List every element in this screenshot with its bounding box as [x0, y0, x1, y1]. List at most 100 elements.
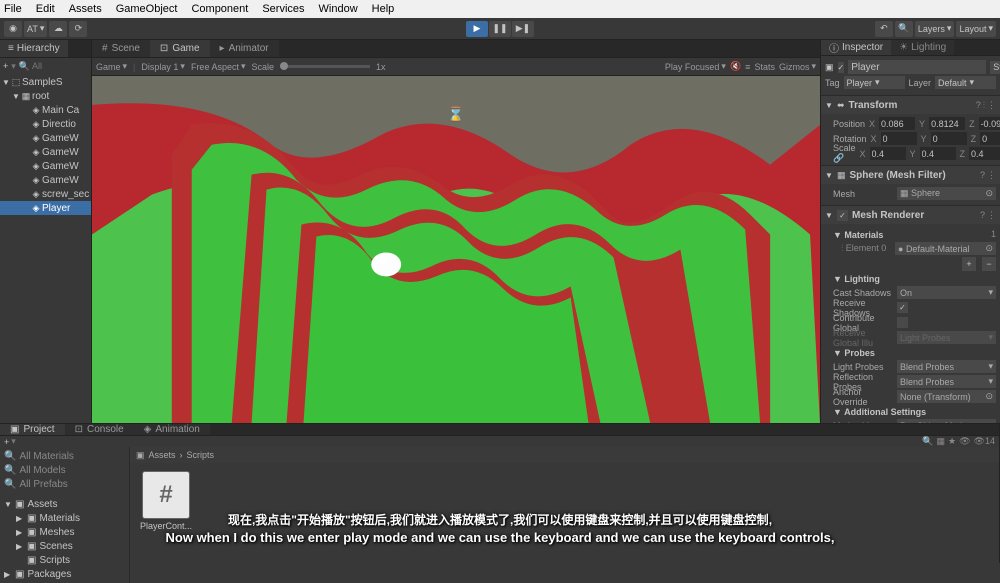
tree-item[interactable]: ▼▣Assets [0, 497, 129, 511]
project-search-icon[interactable]: 🔍 [922, 436, 933, 447]
layer-dropdown[interactable]: Default ▾ [935, 76, 996, 89]
hierarchy-item[interactable]: ▼▦root [0, 89, 91, 103]
aspect-dropdown[interactable]: Free Aspect ▾ [191, 61, 246, 72]
contribute-gi-checkbox[interactable] [897, 317, 908, 328]
menu-file[interactable]: File [4, 3, 22, 15]
animator-tab[interactable]: ▸Animator [210, 40, 279, 57]
undo-icon[interactable]: ↶ [875, 21, 893, 37]
rot-x[interactable] [881, 132, 917, 145]
hierarchy-item[interactable]: ◈GameW [0, 145, 91, 159]
tree-item[interactable]: ▣Scripts [0, 553, 129, 567]
history-icon[interactable]: ⟳ [69, 21, 87, 37]
hierarchy-item[interactable]: ◈GameW [0, 159, 91, 173]
project-filter-icon[interactable]: ▦ [937, 436, 946, 447]
scale-z[interactable] [969, 147, 1000, 160]
scale-y[interactable] [920, 147, 956, 160]
menu-window[interactable]: Window [319, 3, 358, 15]
cast-shadows-dropdown[interactable]: On▾ [897, 286, 996, 299]
scale-slider[interactable] [280, 65, 370, 68]
hierarchy-add-button[interactable]: + [3, 61, 8, 71]
search-icon[interactable]: 🔍 [895, 21, 913, 37]
project-star-icon[interactable]: ★ [948, 436, 956, 447]
layout-dropdown[interactable]: Layout▾ [956, 21, 996, 37]
play-button[interactable]: ▶ [466, 21, 488, 37]
rot-y[interactable] [931, 132, 967, 145]
anchor-override-dropdown[interactable]: None (Transform)⊙ [897, 390, 996, 403]
mute-icon[interactable]: 🔇 [730, 61, 741, 72]
menu-services[interactable]: Services [262, 3, 304, 15]
static-dropdown[interactable]: Static ▾ [990, 61, 1000, 74]
scale-x[interactable] [870, 147, 906, 160]
account-icon[interactable]: ◉ [4, 21, 22, 37]
preset-icon[interactable]: ⫶ [983, 100, 985, 111]
inspector-tab[interactable]: ⓘ Inspector [821, 40, 891, 55]
display-dropdown[interactable]: Display 1 ▾ [141, 61, 185, 72]
tree-item[interactable]: ▶▣Packages [0, 567, 129, 581]
motion-vectors-dropdown[interactable]: Per Object Motion▾ [897, 419, 996, 423]
menu-icon[interactable]: ⋮ [987, 100, 996, 111]
reflection-probes-dropdown[interactable]: Blend Probes▾ [897, 375, 996, 388]
game-tab[interactable]: ⊡Game [150, 40, 210, 57]
object-name-input[interactable] [848, 60, 986, 74]
at-dropdown[interactable]: AT▾ [24, 21, 47, 37]
help-icon[interactable]: ? [976, 100, 981, 111]
pos-y[interactable] [929, 117, 965, 130]
meshfilter-header[interactable]: ▼▦ Sphere (Mesh Filter) ?⋮ [821, 166, 1000, 184]
active-checkbox[interactable]: ✓ [838, 62, 845, 73]
light-probes-dropdown[interactable]: Blend Probes▾ [897, 360, 996, 373]
stats-toggle[interactable]: Stats [754, 62, 775, 72]
layers-dropdown[interactable]: Layers▾ [915, 21, 955, 37]
hierarchy-item[interactable]: ◈screw_sec [0, 187, 91, 201]
menu-help[interactable]: Help [372, 3, 395, 15]
rot-z[interactable] [980, 132, 1000, 145]
project-hidden-count: 👁14 [974, 436, 995, 447]
animation-tab[interactable]: ◈ Animation [134, 424, 210, 435]
pos-x[interactable] [879, 117, 915, 130]
play-controls: ▶ ❚❚ ▶❚ [466, 21, 534, 37]
project-breadcrumb[interactable]: ▣Assets›Scripts [130, 447, 999, 463]
game-viewport[interactable]: ⌛ [92, 76, 820, 423]
stats-info-icon[interactable]: ≡ [745, 62, 750, 72]
tag-dropdown[interactable]: Player ▾ [844, 76, 905, 89]
scene-tab[interactable]: #Scene [92, 40, 150, 57]
hierarchy-tab[interactable]: ≡ Hierarchy [0, 40, 68, 57]
step-button[interactable]: ▶❚ [512, 21, 534, 37]
material-slot[interactable]: ● Default-Material⊙ [895, 242, 996, 255]
project-add-button[interactable]: + [4, 437, 9, 447]
hierarchy-item[interactable]: ◈GameW [0, 131, 91, 145]
hierarchy-item[interactable]: ◈Player [0, 201, 91, 215]
transform-header[interactable]: ▼⬌ Transform ?⫶⋮ [821, 96, 1000, 114]
gizmos-dropdown[interactable]: Gizmos ▾ [779, 61, 816, 72]
cube-icon: ▣ [825, 62, 834, 73]
menu-component[interactable]: Component [191, 3, 248, 15]
receive-shadows-checkbox[interactable]: ✓ [897, 302, 908, 313]
menu-edit[interactable]: Edit [36, 3, 55, 15]
lighting-tab[interactable]: ☀ Lighting [891, 40, 954, 55]
hierarchy-item[interactable]: ▼⬚SampleS [0, 75, 91, 89]
animator-icon: ▸ [220, 43, 225, 54]
play-focused-dropdown[interactable]: Play Focused ▾ [665, 61, 726, 72]
pause-button[interactable]: ❚❚ [489, 21, 511, 37]
project-eye-icon[interactable]: 👁 [959, 436, 970, 447]
fav-item[interactable]: 🔍All Models [0, 463, 129, 477]
pos-z[interactable] [979, 117, 1000, 130]
console-tab[interactable]: ⊡ Console [65, 424, 134, 435]
hierarchy-item[interactable]: ◈Directio [0, 117, 91, 131]
cloud-icon[interactable]: ☁ [49, 21, 67, 37]
menu-gameobject[interactable]: GameObject [116, 3, 178, 15]
menu-assets[interactable]: Assets [69, 3, 102, 15]
hierarchy-panel: ≡ Hierarchy + ▾ 🔍 All ▼⬚SampleS▼▦root◈Ma… [0, 40, 92, 423]
meshrenderer-header[interactable]: ▼✓ Mesh Renderer ?⋮ [821, 206, 1000, 224]
game-mode-dropdown[interactable]: Game ▾ [96, 61, 127, 72]
hierarchy-item[interactable]: ◈Main Ca [0, 103, 91, 117]
hierarchy-search[interactable]: 🔍 All [19, 61, 88, 72]
fav-item[interactable]: 🔍All Materials [0, 449, 129, 463]
hierarchy-item[interactable]: ◈GameW [0, 173, 91, 187]
mesh-dropdown[interactable]: ▦ Sphere⊙ [897, 187, 996, 200]
project-tab[interactable]: ▣ Project [0, 424, 65, 435]
material-add-button[interactable]: + [962, 257, 976, 271]
material-remove-button[interactable]: − [982, 257, 996, 271]
game-icon: ⊡ [160, 43, 168, 54]
fav-item[interactable]: 🔍All Prefabs [0, 477, 129, 491]
meshrenderer-enable[interactable]: ✓ [837, 210, 848, 221]
